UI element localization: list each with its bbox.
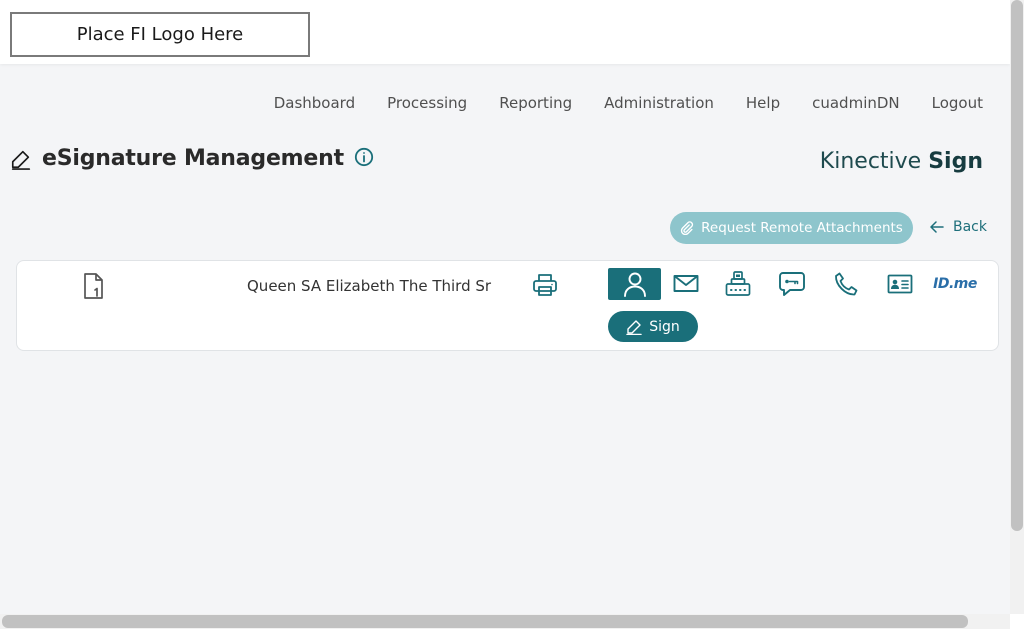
auth-chat-button[interactable] — [778, 268, 806, 300]
id-card-icon — [887, 274, 913, 294]
idme-logo-suffix: me — [953, 276, 978, 292]
nav-help[interactable]: Help — [746, 94, 780, 112]
nav-administration[interactable]: Administration — [604, 94, 714, 112]
scrollbar-corner — [1010, 614, 1024, 629]
horizontal-scrollbar[interactable] — [0, 614, 1010, 629]
vertical-scroll-thumb[interactable] — [1011, 0, 1023, 531]
horizontal-scroll-thumb[interactable] — [2, 615, 968, 628]
fi-logo-placeholder: Place FI Logo Here — [10, 12, 310, 57]
main-nav: Dashboard Processing Reporting Administr… — [242, 94, 983, 112]
phone-icon — [835, 272, 858, 296]
mail-icon — [673, 275, 699, 292]
header: Place FI Logo Here — [0, 0, 1010, 64]
auth-id-card-button[interactable] — [886, 268, 914, 300]
auth-token-button[interactable] — [724, 268, 752, 300]
idme-logo-prefix: ID. — [933, 276, 954, 292]
arrow-left-icon — [930, 221, 944, 233]
page-title: eSignature Management — [42, 146, 344, 171]
back-label: Back — [953, 219, 987, 235]
sign-button[interactable]: Sign — [608, 311, 698, 342]
auth-person-button[interactable] — [608, 268, 661, 300]
auth-idme-button[interactable]: ID. me — [933, 268, 977, 300]
info-icon[interactable] — [354, 147, 374, 167]
person-icon — [623, 272, 646, 297]
nav-dashboard[interactable]: Dashboard — [274, 94, 355, 112]
auth-email-button[interactable] — [672, 268, 700, 300]
chat-icon — [779, 272, 805, 296]
printer-icon[interactable] — [532, 272, 558, 298]
auth-phone-button[interactable] — [832, 268, 860, 300]
sign-label: Sign — [649, 318, 680, 335]
kinective-sign-logo: Kinective Sign — [820, 149, 983, 174]
nav-logout[interactable]: Logout — [932, 94, 983, 112]
request-remote-attachments-label: Request Remote Attachments — [701, 220, 903, 236]
document-icon — [84, 273, 103, 299]
brand-suffix: Sign — [928, 149, 983, 174]
signer-name: Queen SA Elizabeth The Third Sr — [247, 277, 492, 295]
brand-prefix: Kinective — [819, 149, 922, 174]
vertical-scrollbar[interactable] — [1010, 0, 1024, 615]
back-link[interactable]: Back — [930, 219, 987, 235]
pen-icon — [11, 150, 31, 170]
nav-reporting[interactable]: Reporting — [499, 94, 572, 112]
token-icon — [725, 271, 751, 296]
nav-processing[interactable]: Processing — [387, 94, 467, 112]
pen-icon — [626, 319, 642, 335]
page-header: eSignature Management — [10, 146, 374, 171]
paperclip-icon — [680, 221, 694, 235]
nav-user[interactable]: cuadminDN — [812, 94, 900, 112]
request-remote-attachments-button[interactable]: Request Remote Attachments — [670, 212, 913, 244]
